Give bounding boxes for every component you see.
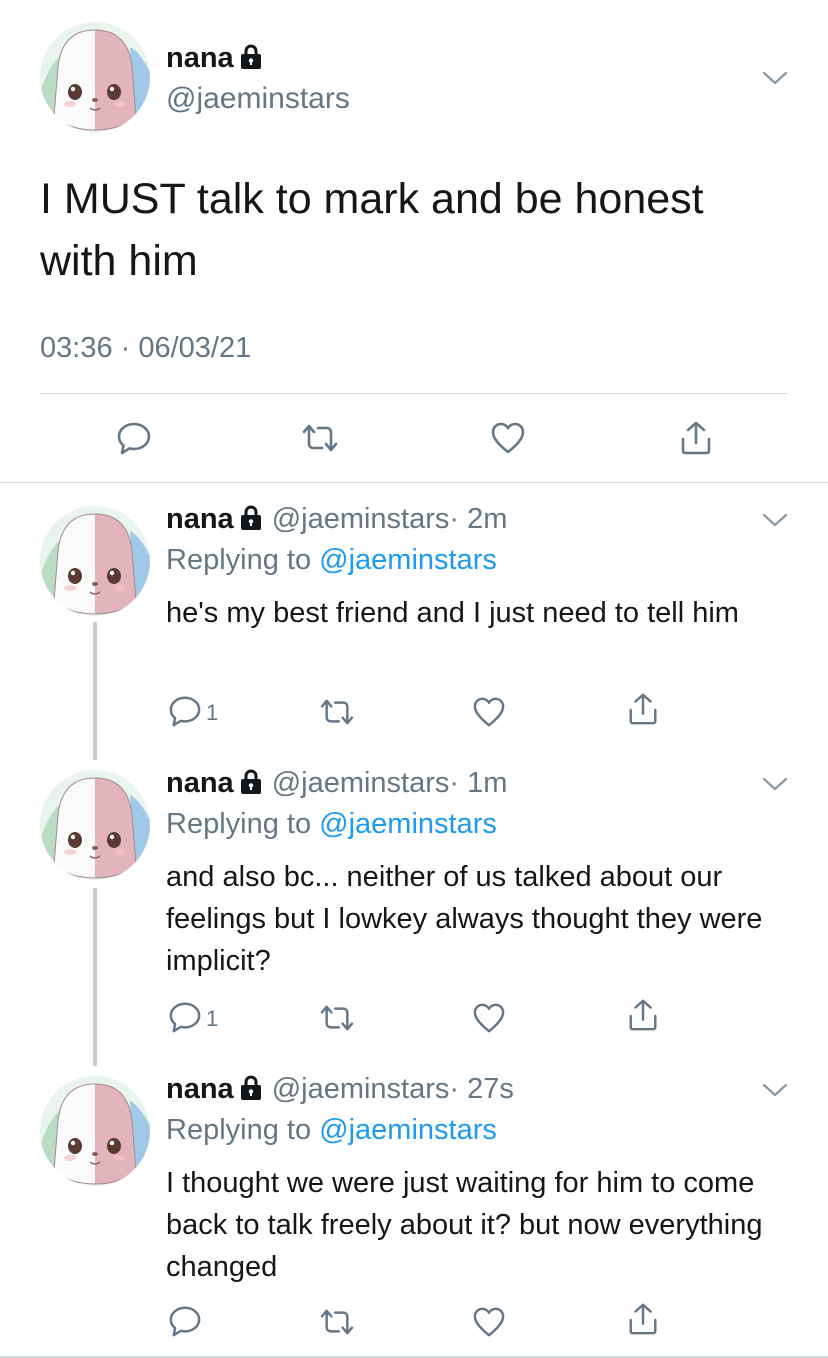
share-icon[interactable] [626,998,660,1032]
author-handle[interactable]: @jaeminstars [272,767,450,799]
heart-icon[interactable] [490,421,526,455]
tweet-text: I thought we were just waiting for him t… [166,1167,763,1283]
replying-mention[interactable]: @jaeminstars [319,544,497,576]
lock-icon [240,769,262,795]
author-handle[interactable]: @jaeminstars [166,82,350,116]
reply-count: 1 [206,1006,219,1031]
lock-icon [240,44,262,70]
reply-icon[interactable] [116,420,152,456]
reply-header: nana @jaeminstars· 1m [166,767,507,800]
author-name[interactable]: nana [166,1073,234,1105]
author-name[interactable]: nana [166,767,234,799]
share-icon[interactable] [626,692,660,726]
lock-icon [240,1075,262,1101]
reply-icon[interactable] [168,1000,202,1034]
avatar[interactable] [40,506,150,616]
thread-line [93,888,97,1066]
author-handle[interactable]: @jaeminstars [272,503,450,535]
author-name[interactable]: nana [166,503,234,535]
replying-to: Replying to @jaeminstars [166,544,497,577]
lock-icon [240,505,262,531]
replying-mention[interactable]: @jaeminstars [319,808,497,840]
tweet-time[interactable]: · 1m [449,767,507,799]
chevron-down-icon[interactable] [762,776,788,792]
heart-icon[interactable] [472,1002,506,1034]
tweet-time[interactable]: · 2m [449,503,507,535]
tweet-timestamp[interactable]: 03:36 · 06/03/21 [40,332,251,365]
divider [40,393,788,394]
tweet-time[interactable]: · 27s [449,1073,513,1105]
chevron-down-icon[interactable] [762,70,788,86]
replying-to: Replying to @jaeminstars [166,808,497,841]
reply-icon[interactable] [168,1304,202,1338]
retweet-icon[interactable] [318,1307,356,1337]
replying-prefix: Replying to [166,808,312,840]
chevron-down-icon[interactable] [762,512,788,528]
replying-to: Replying to @jaeminstars [166,1114,497,1147]
divider [0,482,828,483]
heart-icon[interactable] [472,1306,506,1338]
chevron-down-icon[interactable] [762,1082,788,1098]
share-icon[interactable] [626,1302,660,1336]
display-name[interactable]: nana [166,42,262,75]
tweet-text: and also bc... neither of us talked abou… [166,861,763,977]
reply-header: nana @jaeminstars· 27s [166,1073,514,1106]
share-icon[interactable] [678,420,714,456]
heart-icon[interactable] [472,696,506,728]
reply-count: 1 [206,700,219,725]
author-handle[interactable]: @jaeminstars [272,1073,450,1105]
retweet-icon[interactable] [318,697,356,727]
replying-prefix: Replying to [166,1114,312,1146]
thread-line [93,622,97,760]
reply-icon[interactable] [168,694,202,728]
avatar[interactable] [40,1076,150,1186]
reply-header: nana @jaeminstars· 2m [166,503,507,536]
author-name[interactable]: nana [166,42,234,74]
avatar[interactable] [40,770,150,880]
replying-mention[interactable]: @jaeminstars [319,1114,497,1146]
avatar[interactable] [40,22,150,132]
retweet-icon[interactable] [318,1003,356,1033]
tweet-text: I MUST talk to mark and be honest with h… [40,175,704,285]
tweet-text: he's my best friend and I just need to t… [166,597,739,629]
retweet-icon[interactable] [300,422,340,454]
replying-prefix: Replying to [166,544,312,576]
